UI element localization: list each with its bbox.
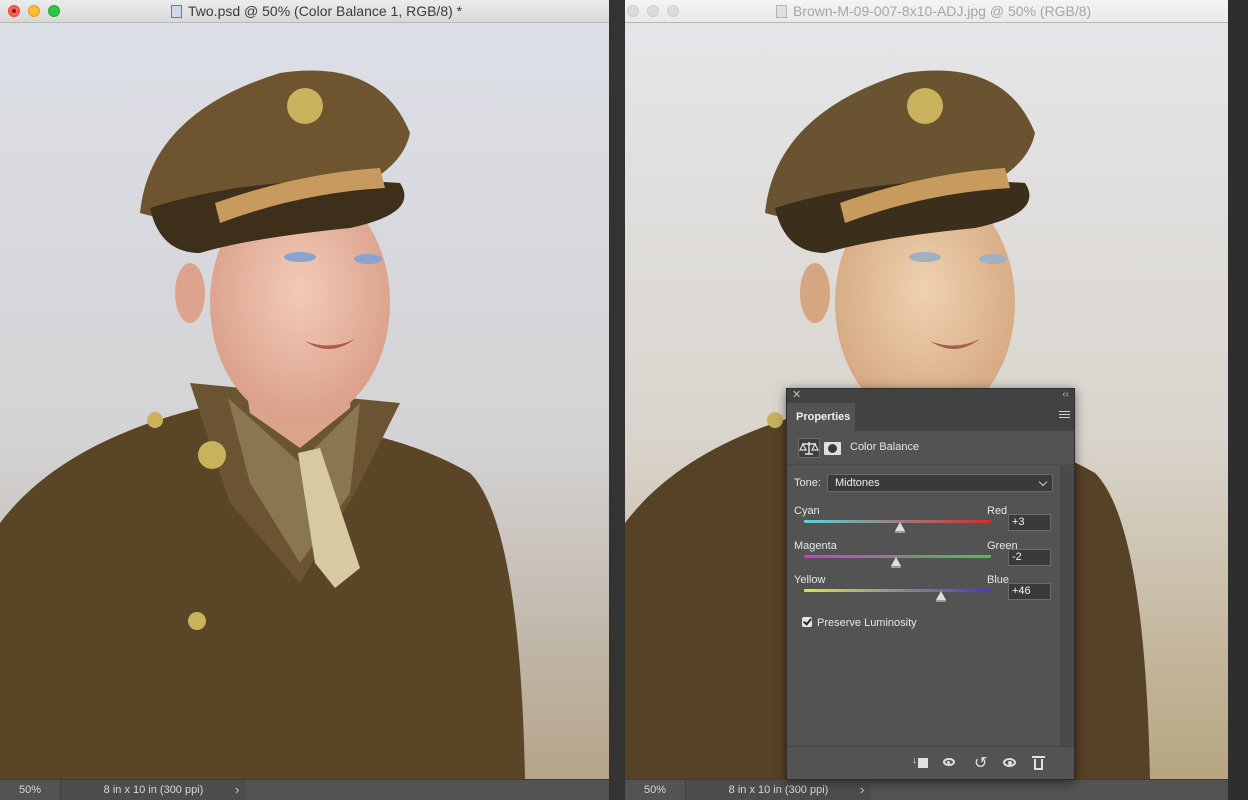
slider-yellow-blue: Yellow Blue +46 bbox=[794, 574, 1069, 604]
slider-thumb[interactable] bbox=[890, 557, 901, 568]
tone-label: Tone: bbox=[794, 477, 821, 489]
zoom-level[interactable]: 50% bbox=[0, 780, 61, 800]
close-icon[interactable]: ✕ bbox=[792, 388, 801, 402]
slider-track[interactable] bbox=[804, 589, 991, 592]
slider-left-label: Magenta bbox=[794, 540, 837, 552]
status-bar: 50% 8 in x 10 in (300 ppi) › bbox=[625, 779, 1228, 800]
document-window-two-psd[interactable]: Two.psd @ 50% (Color Balance 1, RGB/8) * bbox=[0, 0, 609, 800]
zoom-window-button[interactable] bbox=[667, 5, 679, 17]
chevron-right-icon[interactable]: › bbox=[860, 780, 864, 800]
window-title: Two.psd @ 50% (Color Balance 1, RGB/8) * bbox=[171, 0, 462, 22]
reset-icon[interactable] bbox=[972, 753, 990, 773]
title-bar[interactable]: Two.psd @ 50% (Color Balance 1, RGB/8) * bbox=[0, 0, 609, 23]
panel-scrollbar[interactable] bbox=[1060, 466, 1074, 746]
zoom-window-button[interactable] bbox=[48, 5, 60, 17]
slider-magenta-green: Magenta Green -2 bbox=[794, 540, 1069, 570]
panel-footer bbox=[787, 746, 1074, 779]
adjustment-header: Color Balance bbox=[787, 431, 1074, 465]
slider-thumb[interactable] bbox=[895, 522, 906, 533]
tone-select[interactable]: Midtones bbox=[827, 474, 1053, 492]
chevron-right-icon[interactable]: › bbox=[235, 780, 239, 800]
window-title-text: Two.psd @ 50% (Color Balance 1, RGB/8) * bbox=[188, 3, 463, 19]
zoom-level[interactable]: 50% bbox=[625, 780, 686, 800]
slider-right-label: Green bbox=[987, 540, 1018, 552]
tone-select-value: Midtones bbox=[835, 477, 880, 489]
slider-thumb[interactable] bbox=[935, 591, 946, 602]
slider-value-input[interactable]: +46 bbox=[1008, 583, 1051, 600]
slider-left-label: Yellow bbox=[794, 574, 826, 586]
document-canvas[interactable] bbox=[0, 23, 609, 780]
color-balance-icon[interactable] bbox=[798, 438, 820, 458]
window-title: Brown-M-09-007-8x10-ADJ.jpg @ 50% (RGB/8… bbox=[776, 0, 1091, 22]
slider-cyan-red: Cyan Red +3 bbox=[794, 505, 1069, 535]
minimize-window-button[interactable] bbox=[28, 5, 40, 17]
status-bar: 50% 8 in x 10 in (300 ppi) › bbox=[0, 779, 609, 800]
panel-tab-bar: Properties bbox=[787, 403, 1074, 431]
slider-right-label: Red bbox=[987, 505, 1008, 517]
slider-right-label: Blue bbox=[987, 574, 1010, 586]
close-window-button[interactable] bbox=[8, 5, 20, 17]
photo-portrait-colorized bbox=[0, 23, 609, 780]
trash-icon[interactable] bbox=[1030, 755, 1048, 771]
jpg-file-icon bbox=[776, 5, 787, 18]
chevron-down-icon bbox=[1038, 477, 1048, 487]
slider-left-label: Cyan bbox=[794, 505, 820, 517]
view-previous-state-icon[interactable] bbox=[942, 755, 960, 771]
panel-drag-bar[interactable]: ✕ ‹‹ bbox=[787, 389, 1074, 403]
slider-value-input[interactable]: -2 bbox=[1008, 549, 1051, 566]
slider-value-input[interactable]: +3 bbox=[1008, 514, 1051, 531]
panel-menu-icon[interactable] bbox=[1059, 411, 1070, 420]
layer-mask-icon[interactable] bbox=[824, 442, 841, 455]
preserve-luminosity-checkbox[interactable] bbox=[802, 617, 812, 627]
window-title-text: Brown-M-09-007-8x10-ADJ.jpg @ 50% (RGB/8… bbox=[793, 3, 1092, 19]
properties-panel[interactable]: ✕ ‹‹ Properties Color Balance Tone: Midt… bbox=[786, 388, 1075, 780]
collapse-icon[interactable]: ‹‹ bbox=[1062, 388, 1069, 402]
preserve-luminosity-label: Preserve Luminosity bbox=[817, 617, 917, 629]
tone-row: Tone: Midtones bbox=[794, 473, 1054, 493]
close-window-button[interactable] bbox=[627, 5, 639, 17]
minimize-window-button[interactable] bbox=[647, 5, 659, 17]
visibility-eye-icon[interactable] bbox=[1001, 755, 1019, 771]
adjustment-title: Color Balance bbox=[850, 441, 920, 453]
clip-to-layer-icon[interactable] bbox=[912, 755, 930, 771]
document-size[interactable]: 8 in x 10 in (300 ppi) bbox=[61, 780, 246, 800]
title-bar[interactable]: Brown-M-09-007-8x10-ADJ.jpg @ 50% (RGB/8… bbox=[625, 0, 1228, 23]
psd-file-icon bbox=[171, 5, 182, 18]
document-size[interactable]: 8 in x 10 in (300 ppi) bbox=[686, 780, 871, 800]
tab-properties[interactable]: Properties bbox=[787, 403, 855, 431]
